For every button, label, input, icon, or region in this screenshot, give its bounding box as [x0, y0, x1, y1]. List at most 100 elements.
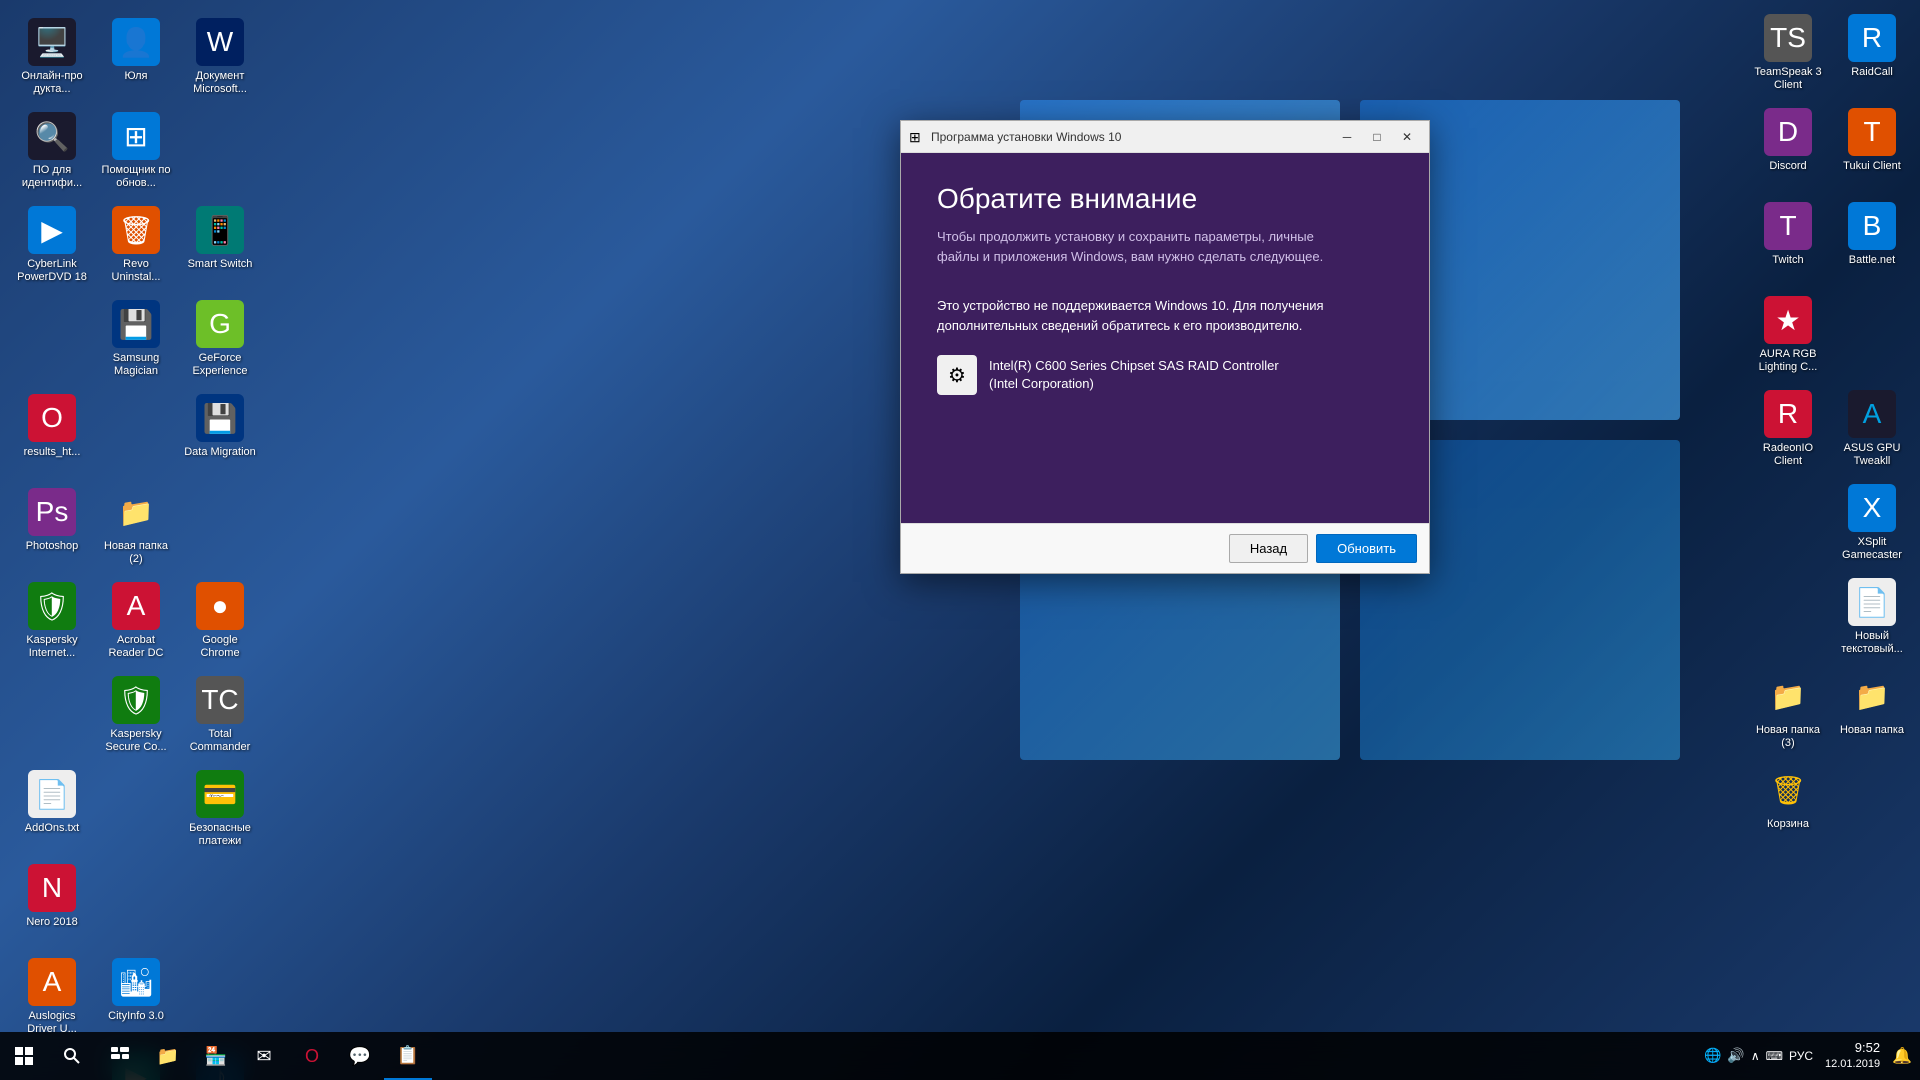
mail-taskbar[interactable]: ✉: [240, 1032, 288, 1080]
icon-image: D: [1764, 108, 1812, 156]
desktop-icon-left-27[interactable]: N Nero 2018: [12, 858, 92, 948]
icon-label: Photoshop: [26, 540, 79, 553]
opera-taskbar[interactable]: O: [288, 1032, 336, 1080]
desktop-icon-left-1[interactable]: 👤 Юля: [96, 12, 176, 102]
desktop-icon-right-16[interactable]: 🗑 Корзина: [1748, 760, 1828, 850]
dialog-header-subtitle: Чтобы продолжить установку и сохранить п…: [937, 227, 1357, 266]
icon-label: Kaspersky Secure Co...: [100, 728, 172, 754]
desktop-icon-left-16[interactable]: 📁 Новая папка (2): [96, 482, 176, 572]
icon-image: A: [1848, 390, 1896, 438]
desktop-icon-left-26[interactable]: 💳 Безопасные платежи: [180, 764, 260, 854]
desktop-icon-left-2[interactable]: W Документ Microsoft...: [180, 12, 260, 102]
desktop-icon-left-10[interactable]: 💾 Samsung Magician: [96, 294, 176, 384]
desktop-icon-right-6[interactable]: ★ AURA RGB Lighting C...: [1748, 290, 1828, 380]
desktop-icon-left-19[interactable]: A Acrobat Reader DC: [96, 576, 176, 666]
icon-image: 📄: [1848, 578, 1896, 626]
desktop-icon-right-1[interactable]: R RaidCall: [1832, 8, 1912, 98]
icon-image: 💾: [196, 394, 244, 442]
icon-label: Онлайн-про дукта...: [16, 70, 88, 96]
desktop-icon-right-9[interactable]: A ASUS GPU Tweakll: [1832, 384, 1912, 474]
icon-label: GeForce Experience: [184, 352, 256, 378]
icon-label: Новая папка (3): [1752, 724, 1824, 750]
icon-label: RaidCall: [1851, 66, 1893, 79]
icon-image: ▶: [28, 206, 76, 254]
keyboard-icon: ⌨: [1766, 1049, 1783, 1063]
speaker-icon[interactable]: 🔊: [1727, 1047, 1744, 1064]
desktop-icon-left-7[interactable]: 🗑 Revo Uninstal...: [96, 200, 176, 290]
task-view-button[interactable]: [96, 1032, 144, 1080]
systray: 🌐 🔊 ∧ ⌨ РУС: [1704, 1047, 1813, 1064]
icon-label: Новая папка: [1840, 724, 1904, 737]
icon-label: RadeonIO Client: [1752, 442, 1824, 468]
device-info: Intel(R) C600 Series Chipset SAS RAID Co…: [989, 357, 1279, 393]
desktop-icon-left-22[interactable]: 🛡 Kaspersky Secure Co...: [96, 670, 176, 760]
desktop-icon-left-23[interactable]: TC Total Commander: [180, 670, 260, 760]
language-label[interactable]: РУС: [1789, 1049, 1813, 1063]
dialog-warning-text: Это устройство не поддерживается Windows…: [937, 296, 1393, 335]
icon-image: 📱: [196, 206, 244, 254]
icon-image: 👤: [112, 18, 160, 66]
device-name: Intel(R) C600 Series Chipset SAS RAID Co…: [989, 357, 1279, 375]
desktop-icon-left-20[interactable]: ● Google Chrome: [180, 576, 260, 666]
update-button[interactable]: Обновить: [1316, 534, 1417, 563]
icon-label: CyberLink PowerDVD 18: [16, 258, 88, 284]
icon-image: T: [1848, 108, 1896, 156]
icon-image: TC: [196, 676, 244, 724]
icon-image: 🛡: [28, 582, 76, 630]
desktop-icon-right-2[interactable]: D Discord: [1748, 102, 1828, 192]
desktop-icon-right-0[interactable]: TS TeamSpeak 3 Client: [1748, 8, 1828, 98]
desktop-icon-left-14[interactable]: 💾 Data Migration: [180, 388, 260, 478]
desktop-icon-right-14[interactable]: 📁 Новая папка (3): [1748, 666, 1828, 756]
desktop-icon-left-6[interactable]: ▶ CyberLink PowerDVD 18: [12, 200, 92, 290]
desktop-icon-right-4[interactable]: T Twitch: [1748, 196, 1828, 286]
icon-label: Twitch: [1772, 254, 1803, 267]
desktop-icon-left-30[interactable]: A Auslogics Driver U...: [12, 952, 92, 1042]
desktop-icon-right-15[interactable]: 📁 Новая папка: [1832, 666, 1912, 756]
file-manager-taskbar[interactable]: 📁: [144, 1032, 192, 1080]
icon-image: 📁: [1764, 672, 1812, 720]
close-button[interactable]: ✕: [1393, 126, 1421, 148]
icon-image: 📄: [28, 770, 76, 818]
icon-label: results_ht...: [24, 446, 81, 459]
active-taskbar-item[interactable]: 📋: [384, 1032, 432, 1080]
start-button[interactable]: [0, 1032, 48, 1080]
desktop-icon-right-13[interactable]: 📄 Новый текстовый...: [1832, 572, 1912, 662]
maximize-button[interactable]: □: [1363, 126, 1391, 148]
chat-taskbar[interactable]: 💬: [336, 1032, 384, 1080]
network-icon[interactable]: 🌐: [1704, 1047, 1721, 1064]
desktop-icon-right-5[interactable]: B Battle.net: [1832, 196, 1912, 286]
desktop-icon-left-18[interactable]: 🛡 Kaspersky Internet...: [12, 576, 92, 666]
desktop-icon-left-8[interactable]: 📱 Smart Switch: [180, 200, 260, 290]
desktop-icon-left-0[interactable]: 🖥️ Онлайн-про дукта...: [12, 12, 92, 102]
desktop-icon-left-11[interactable]: G GeForce Experience: [180, 294, 260, 384]
chevron-icon[interactable]: ∧: [1751, 1049, 1760, 1063]
icon-label: AURA RGB Lighting C...: [1752, 348, 1824, 374]
minimize-button[interactable]: ─: [1333, 126, 1361, 148]
desktop-icon-right-11[interactable]: X XSplit Gamecaster: [1832, 478, 1912, 568]
icon-label: XSplit Gamecaster: [1836, 536, 1908, 562]
icon-label: TeamSpeak 3 Client: [1752, 66, 1824, 92]
icon-image: Ps: [28, 488, 76, 536]
desktop-icon-left-24[interactable]: 📄 AddOns.txt: [12, 764, 92, 854]
desktop-icon-left-4[interactable]: ⊞ Помощник по обнов...: [96, 106, 176, 196]
icon-label: Revo Uninstal...: [100, 258, 172, 284]
search-button[interactable]: [48, 1032, 96, 1080]
icon-label: AddOns.txt: [25, 822, 79, 835]
icon-image: 📁: [1848, 672, 1896, 720]
back-button[interactable]: Назад: [1229, 534, 1308, 563]
store-taskbar[interactable]: 🏪: [192, 1032, 240, 1080]
icon-label: Tukui Client: [1843, 160, 1901, 173]
taskbar-clock[interactable]: 9:52 12.01.2019: [1825, 1039, 1880, 1073]
desktop-icon-right-8[interactable]: R RadeonIO Client: [1748, 384, 1828, 474]
icon-label: Data Migration: [184, 446, 256, 459]
desktop-icon-right-3[interactable]: T Tukui Client: [1832, 102, 1912, 192]
desktop-icon-left-3[interactable]: 🔍 ПО для идентифи...: [12, 106, 92, 196]
desktop-icon-left-31[interactable]: 🏙 CityInfo 3.0: [96, 952, 176, 1042]
desktop-icon-left-15[interactable]: Ps Photoshop: [12, 482, 92, 572]
notifications-icon[interactable]: 🔔: [1892, 1046, 1912, 1066]
icon-label: Корзина: [1767, 818, 1809, 831]
icon-label: Google Chrome: [184, 634, 256, 660]
icon-image: T: [1764, 202, 1812, 250]
desktop-icon-left-12[interactable]: O results_ht...: [12, 388, 92, 478]
icon-image: B: [1848, 202, 1896, 250]
